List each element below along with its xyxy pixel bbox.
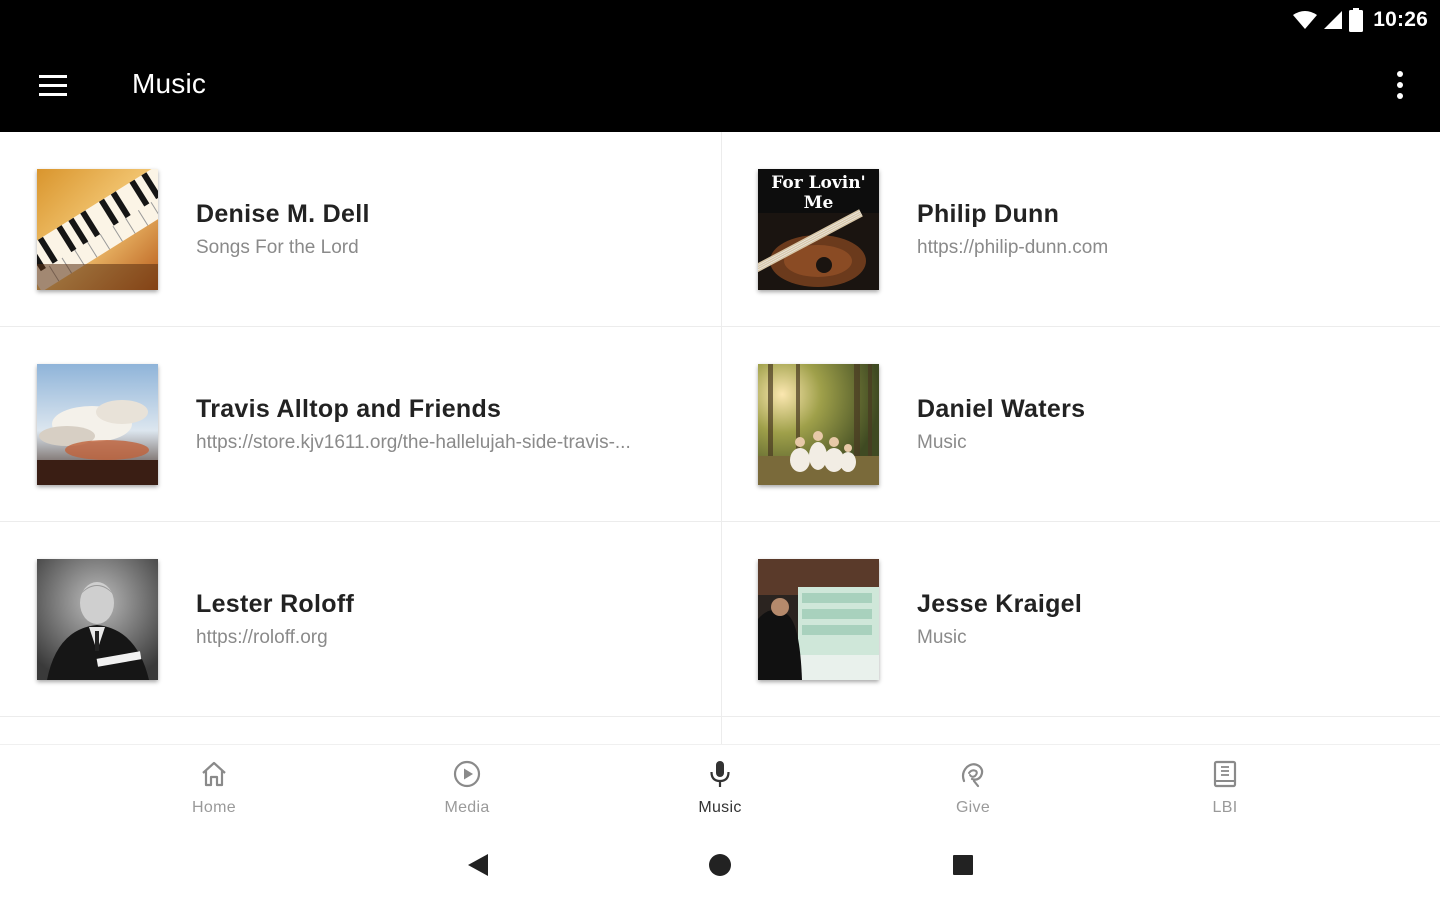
nav-label: Home bbox=[192, 799, 236, 816]
artist-card-travis-alltop[interactable]: Travis Alltop and Friends https://store.… bbox=[0, 327, 720, 522]
status-icons: 10:26 bbox=[1293, 6, 1428, 34]
artist-name: Philip Dunn bbox=[917, 200, 1060, 228]
nav-item-music[interactable]: Music bbox=[650, 745, 790, 831]
album-cover-title: For Lovin' Me bbox=[771, 173, 866, 213]
artist-name: Jesse Kraigel bbox=[917, 590, 1083, 618]
nav-item-lbi[interactable]: LBI bbox=[1155, 745, 1295, 831]
battery-icon bbox=[1349, 8, 1364, 32]
hamburger-menu-icon[interactable] bbox=[36, 70, 72, 102]
status-bar: 10:26 bbox=[0, 0, 1440, 40]
nav-label: LBI bbox=[1212, 799, 1238, 816]
artist-subtitle: Music bbox=[917, 627, 967, 648]
home-icon bbox=[202, 761, 226, 787]
home-circle-icon[interactable] bbox=[705, 850, 735, 880]
artist-name: Lester Roloff bbox=[196, 590, 355, 618]
wifi-icon bbox=[1293, 10, 1318, 30]
artist-name: Daniel Waters bbox=[917, 395, 1086, 423]
artist-subtitle: https://store.kjv1611.org/the-hallelujah… bbox=[196, 432, 631, 453]
album-cover-image bbox=[37, 559, 158, 680]
artist-subtitle: https://philip-dunn.com bbox=[917, 237, 1109, 258]
status-clock: 10:26 bbox=[1373, 8, 1428, 31]
album-cover-image bbox=[758, 364, 879, 485]
more-vert-icon[interactable] bbox=[1388, 66, 1412, 106]
give-hand-icon bbox=[961, 763, 984, 788]
play-circle-icon bbox=[453, 760, 481, 788]
artist-card-philip-dunn[interactable]: For Lovin' Me Philip Dunn https://philip… bbox=[721, 132, 1440, 327]
nav-item-give[interactable]: Give bbox=[903, 745, 1043, 831]
nav-label: Media bbox=[444, 799, 490, 816]
system-navigation-bar bbox=[0, 830, 1440, 900]
nav-label: Music bbox=[698, 799, 742, 816]
nav-item-media[interactable]: Media bbox=[397, 745, 537, 831]
book-icon bbox=[1213, 760, 1237, 788]
cell-signal-icon bbox=[1323, 10, 1343, 30]
bottom-navigation: Home Media Music Give LBI bbox=[0, 744, 1440, 831]
nav-label: Give bbox=[955, 799, 991, 816]
artist-name: Denise M. Dell bbox=[196, 200, 370, 228]
artist-card-lester-roloff[interactable]: Lester Roloff https://roloff.org bbox=[0, 522, 720, 717]
album-cover-image bbox=[37, 364, 158, 485]
artist-subtitle: https://roloff.org bbox=[196, 627, 328, 648]
artist-card-daniel-waters[interactable]: Daniel Waters Music bbox=[721, 327, 1440, 522]
album-cover-image bbox=[37, 169, 158, 290]
artist-subtitle: Songs For the Lord bbox=[196, 237, 359, 258]
app-bar: Music bbox=[0, 40, 1440, 132]
album-cover-image bbox=[758, 559, 879, 680]
microphone-icon bbox=[710, 761, 730, 787]
artist-name: Travis Alltop and Friends bbox=[196, 395, 502, 423]
artist-card-denise-dell[interactable]: Denise M. Dell Songs For the Lord bbox=[0, 132, 720, 327]
artist-card-jesse-kraigel[interactable]: Jesse Kraigel Music bbox=[721, 522, 1440, 717]
album-cover-image: For Lovin' Me bbox=[758, 169, 879, 290]
recents-square-icon[interactable] bbox=[948, 850, 978, 880]
nav-item-home[interactable]: Home bbox=[144, 745, 284, 831]
artist-subtitle: Music bbox=[917, 432, 967, 453]
back-icon[interactable] bbox=[462, 850, 492, 880]
artist-grid: Denise M. Dell Songs For the Lord For Lo… bbox=[0, 132, 1440, 744]
page-title: Music bbox=[132, 68, 207, 99]
